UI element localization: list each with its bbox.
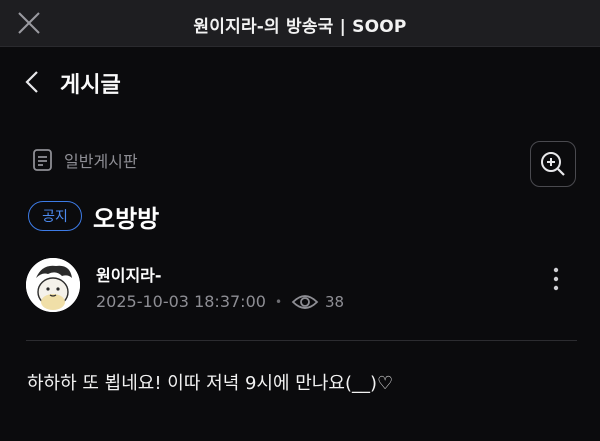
more-vertical-icon [553, 267, 559, 291]
more-options-button[interactable] [548, 265, 564, 295]
zoom-button[interactable] [530, 141, 576, 187]
post-title: 오방방 [93, 205, 160, 233]
author-name[interactable]: 원이지라- [96, 262, 162, 286]
window-title: 원이지라-의 방송국 | SOOP [193, 17, 407, 37]
board-name: 일반게시판 [64, 152, 138, 171]
page-title: 게시글 [60, 73, 121, 98]
notice-badge: 공지 [28, 201, 82, 231]
post-datetime: 2025-10-03 18:37:00 [96, 292, 266, 311]
window-title-bar: 원이지라-의 방송국 | SOOP [0, 0, 600, 47]
post-body: 하하하 또 뵙네요! 이따 저녁 9시에 만나요(__)♡ [27, 373, 394, 394]
avatar[interactable] [26, 258, 80, 312]
back-button[interactable] [22, 69, 44, 95]
view-count: 38 [325, 292, 345, 311]
meta-separator: • [274, 294, 283, 309]
page-header: 게시글 [0, 47, 600, 117]
board-category[interactable]: 일반게시판 [32, 148, 138, 172]
avatar-image [26, 258, 80, 312]
chevron-left-icon [25, 71, 38, 93]
zoom-in-icon [541, 152, 565, 176]
divider [26, 340, 577, 341]
eye-icon [291, 294, 319, 309]
post-meta: 2025-10-03 18:37:00 • 38 [96, 292, 344, 311]
document-icon [33, 149, 52, 171]
